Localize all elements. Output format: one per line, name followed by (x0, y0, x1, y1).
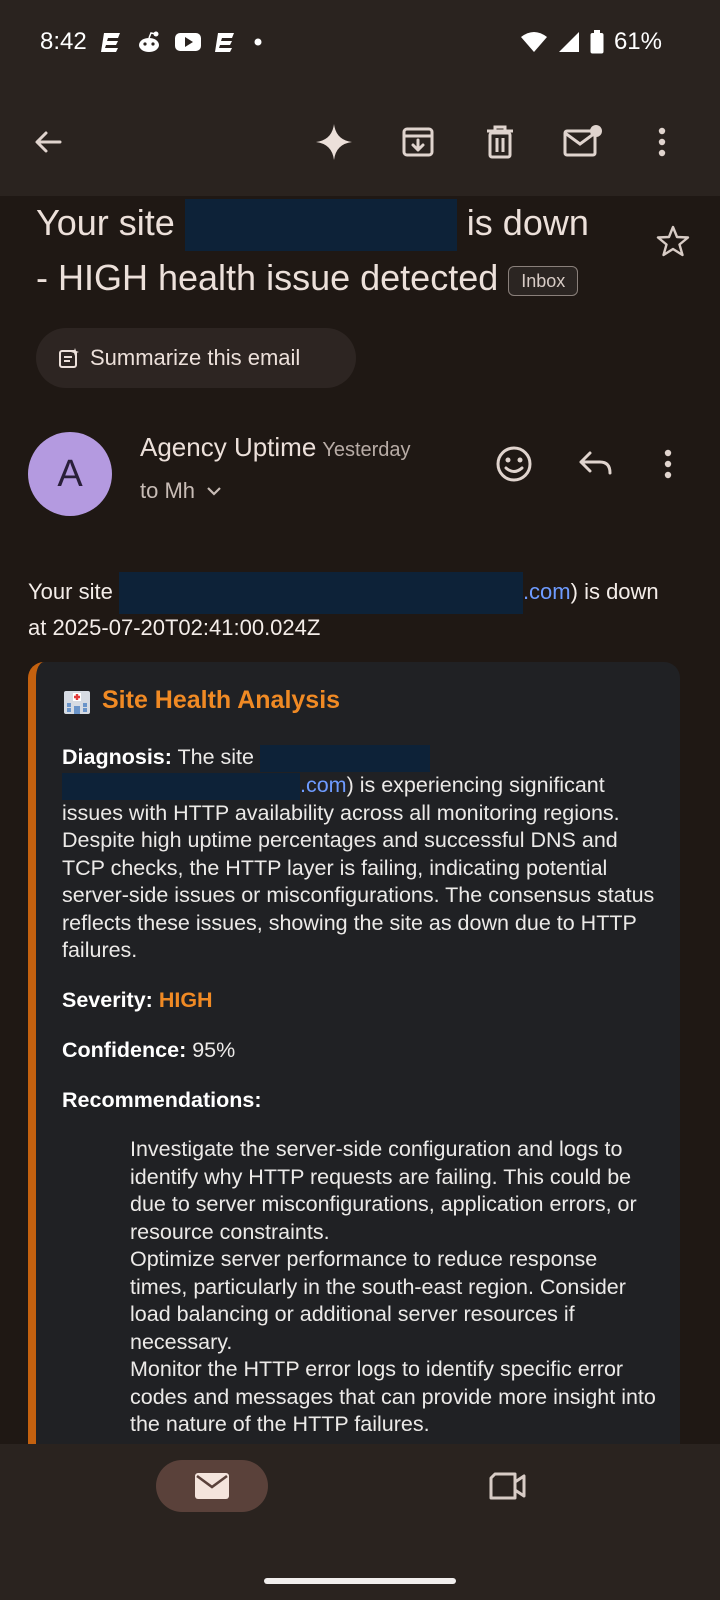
sender-row: A Agency Uptime Yesterday to Mh (28, 428, 708, 518)
diagnosis-text: issues with HTTP availability across all… (62, 800, 655, 963)
emoji-react-icon[interactable] (492, 442, 536, 486)
signal-icon (558, 32, 579, 52)
severity-field: Severity: HIGH (62, 988, 213, 1013)
recipient-details[interactable]: to Mh (140, 478, 223, 504)
card-title: Site Health Analysis (62, 686, 340, 715)
list-item: Monitor the HTTP error logs to identify … (130, 1357, 656, 1436)
redacted-block (184, 199, 457, 252)
email-intro: Your site .com) is down at 2025-07-20T02… (28, 572, 698, 642)
redacted-block (118, 572, 523, 614)
recommendations-label: Recommendations: (62, 1088, 262, 1112)
sender-name: Agency Uptime Yesterday (140, 432, 411, 463)
email-subject: Your site is down - HIGH health issue de… (36, 196, 636, 305)
diagnosis-text: ) is experiencing significant (346, 772, 605, 797)
sent-time: Yesterday (322, 439, 411, 461)
inbox-label-chip[interactable]: Inbox (508, 265, 579, 296)
email-content[interactable]: Your site is down - HIGH health issue de… (0, 196, 720, 1470)
list-item: Optimize server performance to reduce re… (130, 1247, 626, 1354)
e-app-icon (215, 33, 234, 52)
list-item: Investigate the server-side configuratio… (130, 1137, 637, 1244)
youtube-icon (175, 33, 201, 51)
status-time: 8:42 (40, 28, 87, 55)
diagnosis-paragraph: Diagnosis: The site .com) is experiencin… (62, 744, 662, 965)
back-arrow-icon[interactable] (24, 118, 72, 166)
battery-percent: 61% (613, 28, 662, 55)
e-app-icon (101, 33, 120, 52)
video-camera-icon (489, 1472, 526, 1500)
diagnosis-label: Diagnosis: (62, 745, 172, 769)
card-title-text: Site Health Analysis (102, 686, 341, 714)
gesture-handle[interactable] (264, 1578, 456, 1584)
redacted-block (62, 772, 300, 800)
app-bar (0, 88, 720, 196)
mail-icon (195, 1473, 229, 1499)
redacted-block (259, 744, 430, 772)
summarize-label: Summarize this email (90, 345, 301, 370)
intro-timestamp: at 2025-07-20T02:41:00.024Z (28, 615, 321, 640)
recommendations-list: Investigate the server-side configuratio… (130, 1136, 660, 1439)
system-icons: 61% (520, 28, 662, 56)
recipient-text: to Mh (140, 478, 196, 503)
delete-icon[interactable] (476, 118, 524, 166)
reddit-icon (139, 31, 159, 52)
site-link[interactable]: .com (523, 579, 571, 604)
message-more-icon[interactable] (646, 442, 690, 486)
dot-icon (254, 38, 262, 46)
chevron-down-icon (207, 487, 221, 496)
gemini-sparkle-icon[interactable] (310, 118, 358, 166)
diagnosis-prefix: The site (177, 745, 254, 769)
sender-name-text: Agency Uptime (140, 432, 317, 462)
site-link[interactable]: .com (300, 773, 347, 797)
mark-unread-icon[interactable] (558, 118, 606, 166)
subject-text: is down (466, 202, 589, 243)
bottom-navigation (0, 1444, 720, 1600)
star-icon[interactable] (656, 224, 690, 263)
confidence-label: Confidence: (62, 1038, 187, 1062)
severity-label: Severity: (62, 988, 153, 1012)
intro-text: Your site (28, 578, 113, 604)
subject-text: Your site (36, 202, 175, 243)
summarize-icon (59, 348, 79, 368)
battery-icon (590, 30, 604, 54)
severity-value: HIGH (158, 988, 213, 1012)
status-bar: 8:42 61% (0, 0, 720, 88)
archive-icon[interactable] (394, 118, 442, 166)
hospital-icon (64, 690, 90, 714)
confidence-field: Confidence: 95% (62, 1038, 235, 1063)
mail-tab[interactable] (156, 1460, 268, 1512)
avatar[interactable]: A (28, 432, 112, 516)
intro-text: ) is down (570, 578, 659, 604)
reply-icon[interactable] (574, 442, 618, 486)
notification-icons (100, 30, 266, 54)
subject-text: - HIGH health issue detected (36, 257, 499, 299)
summarize-email-button[interactable]: Summarize this email (36, 328, 356, 388)
recommendations-heading: Recommendations: (62, 1088, 262, 1113)
meet-tab[interactable] (484, 1464, 532, 1508)
more-vert-icon[interactable] (638, 118, 686, 166)
confidence-value: 95% (192, 1038, 236, 1062)
wifi-icon (520, 32, 547, 52)
health-analysis-card: Site Health Analysis Diagnosis: The site… (28, 662, 680, 1470)
